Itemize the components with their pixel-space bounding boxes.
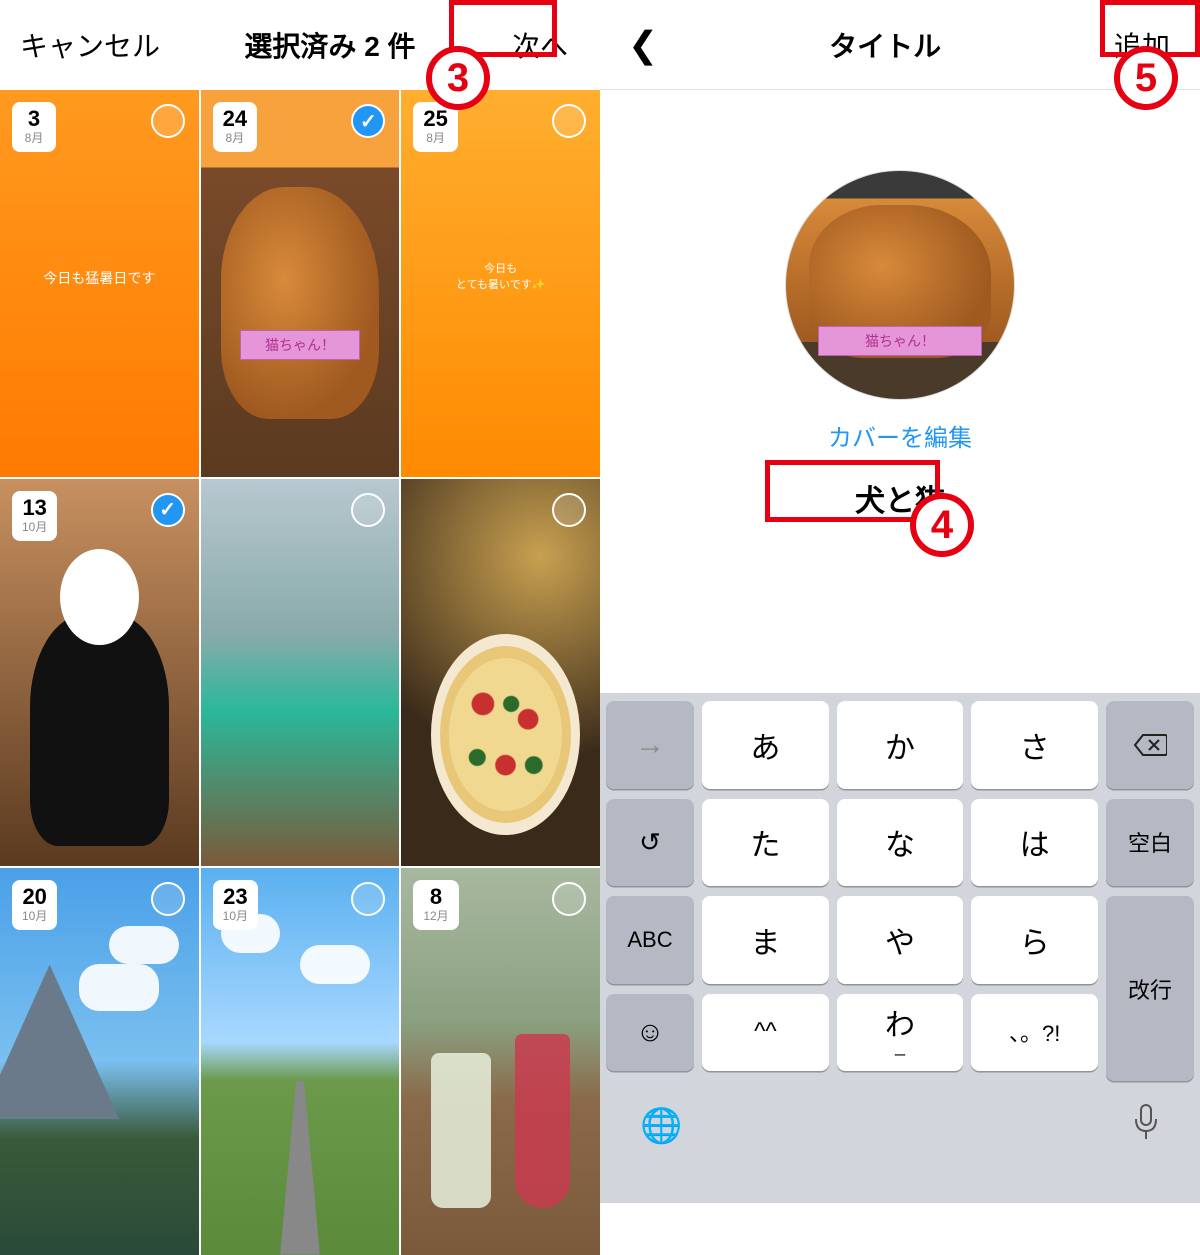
date-badge: 25 8月 — [413, 102, 457, 152]
annotation-step-4: 4 — [910, 493, 974, 557]
sticker-label: 猫ちゃん！ — [240, 330, 359, 360]
key-a[interactable]: あ — [702, 701, 829, 789]
date-badge: 24 8月 — [213, 102, 257, 152]
key-wa[interactable]: わー — [837, 994, 964, 1072]
story-thumb[interactable] — [201, 479, 400, 866]
key-punct[interactable]: 、。?! — [971, 994, 1098, 1072]
annotation-step-3: 3 — [426, 46, 490, 110]
title-screen: ❮ タイトル 追加 猫ちゃん！ カバーを編集 5 4 → あ か さ — [600, 0, 1200, 1203]
story-thumb[interactable]: 25 8月 今日も とても暑いです✨ — [401, 90, 600, 477]
select-circle-checked[interactable] — [351, 104, 385, 138]
story-thumb[interactable] — [401, 479, 600, 866]
annotation-step-5: 5 — [1114, 46, 1178, 110]
sticker-label: 猫ちゃん！ — [818, 326, 982, 356]
ios-keyboard: → あ か さ ↺ た な は 空白 ABC ま や ら 改行 — [600, 693, 1200, 1203]
key-abc[interactable]: ABC — [606, 896, 694, 984]
key-sa[interactable]: さ — [971, 701, 1098, 789]
keyboard-bottom-bar: 🌐 — [606, 1071, 1194, 1181]
select-circle[interactable] — [151, 104, 185, 138]
cancel-button[interactable]: キャンセル — [20, 25, 160, 65]
key-ha[interactable]: は — [971, 799, 1098, 887]
cover-image[interactable]: 猫ちゃん！ — [785, 170, 1015, 400]
header-title: タイトル — [829, 25, 941, 65]
key-na[interactable]: な — [837, 799, 964, 887]
key-ma[interactable]: ま — [702, 896, 829, 984]
back-button[interactable]: ❮ — [620, 24, 666, 66]
key-ra[interactable]: ら — [971, 896, 1098, 984]
date-badge: 8 12月 — [413, 880, 458, 930]
key-ka[interactable]: か — [837, 701, 964, 789]
story-thumb[interactable]: 23 10月 — [201, 868, 400, 1255]
select-circle[interactable] — [151, 882, 185, 916]
backspace-icon — [1133, 733, 1167, 757]
story-thumb[interactable]: 20 10月 — [0, 868, 199, 1255]
selected-count-title: 選択済み 2 件 — [244, 25, 415, 65]
story-picker-screen: キャンセル 選択済み 2 件 次へ 3 8月 今日も猛暑日です 24 8月 猫ち… — [0, 0, 600, 1203]
key-ta[interactable]: た — [702, 799, 829, 887]
story-thumb[interactable]: 8 12月 — [401, 868, 600, 1255]
story-caption: 今日も とても暑いです✨ — [401, 260, 600, 292]
edit-cover-link[interactable]: カバーを編集 — [828, 418, 972, 453]
key-emoji[interactable]: ☺ — [606, 994, 694, 1072]
select-circle[interactable] — [552, 882, 586, 916]
date-badge: 13 10月 — [12, 491, 57, 541]
select-circle-checked[interactable] — [151, 493, 185, 527]
select-circle[interactable] — [351, 882, 385, 916]
story-caption: 今日も猛暑日です — [0, 268, 199, 288]
story-thumb[interactable]: 13 10月 — [0, 479, 199, 866]
date-badge: 20 10月 — [12, 880, 57, 930]
date-badge: 23 10月 — [213, 880, 258, 930]
story-thumb[interactable]: 24 8月 猫ちゃん！ — [201, 90, 400, 477]
story-thumb[interactable]: 3 8月 今日も猛暑日です — [0, 90, 199, 477]
globe-icon[interactable]: 🌐 — [640, 1106, 682, 1146]
date-badge: 3 8月 — [12, 102, 56, 152]
key-ya[interactable]: や — [837, 896, 964, 984]
key-undo[interactable]: ↺ — [606, 799, 694, 887]
select-circle[interactable] — [351, 493, 385, 527]
select-circle[interactable] — [552, 493, 586, 527]
key-backspace[interactable] — [1106, 701, 1194, 789]
mic-icon[interactable] — [1132, 1103, 1160, 1150]
key-next-candidate[interactable]: → — [606, 701, 694, 789]
key-kaomoji[interactable]: ^^ — [702, 994, 829, 1072]
key-space[interactable]: 空白 — [1106, 799, 1194, 887]
select-circle[interactable] — [552, 104, 586, 138]
story-grid: 3 8月 今日も猛暑日です 24 8月 猫ちゃん！ 25 8月 今日も とても暑… — [0, 90, 600, 1255]
